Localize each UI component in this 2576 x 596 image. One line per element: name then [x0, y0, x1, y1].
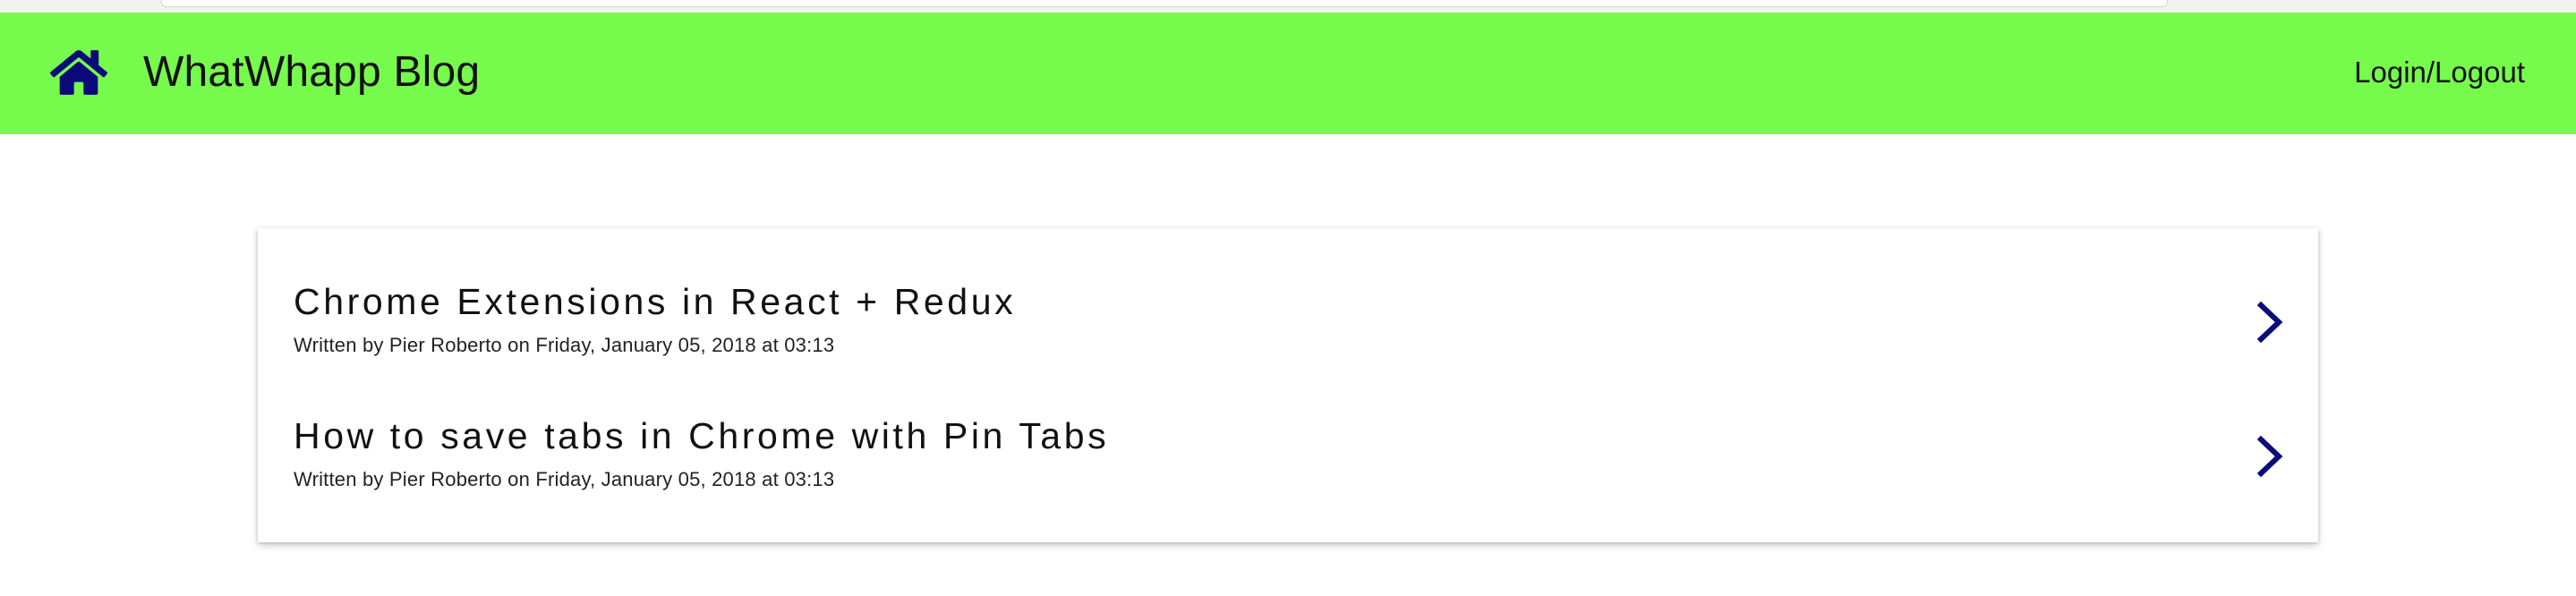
post-list-item[interactable]: Chrome Extensions in React + Redux Writt… — [258, 264, 2318, 398]
app-bar: WhatWhapp Blog Login/Logout — [0, 13, 2576, 134]
chevron-right-icon[interactable] — [2254, 434, 2286, 479]
home-icon — [50, 47, 107, 98]
post-meta: Written by Pier Roberto on Friday, Janua… — [294, 334, 835, 356]
post-title[interactable]: How to save tabs in Chrome with Pin Tabs — [294, 412, 1109, 460]
post-list-card: Chrome Extensions in React + Redux Writt… — [258, 228, 2318, 542]
post-meta: Written by Pier Roberto on Friday, Janua… — [294, 468, 835, 490]
post-title[interactable]: Chrome Extensions in React + Redux — [294, 277, 1016, 326]
post-list-item[interactable]: How to save tabs in Chrome with Pin Tabs… — [258, 398, 2318, 532]
blog-title: WhatWhapp Blog — [143, 48, 481, 96]
home-button[interactable] — [50, 47, 107, 98]
chevron-right-icon[interactable] — [2254, 300, 2286, 345]
login-logout-link[interactable]: Login/Logout — [2354, 52, 2525, 93]
address-bar[interactable] — [161, 0, 2168, 7]
browser-chrome — [0, 0, 2576, 13]
